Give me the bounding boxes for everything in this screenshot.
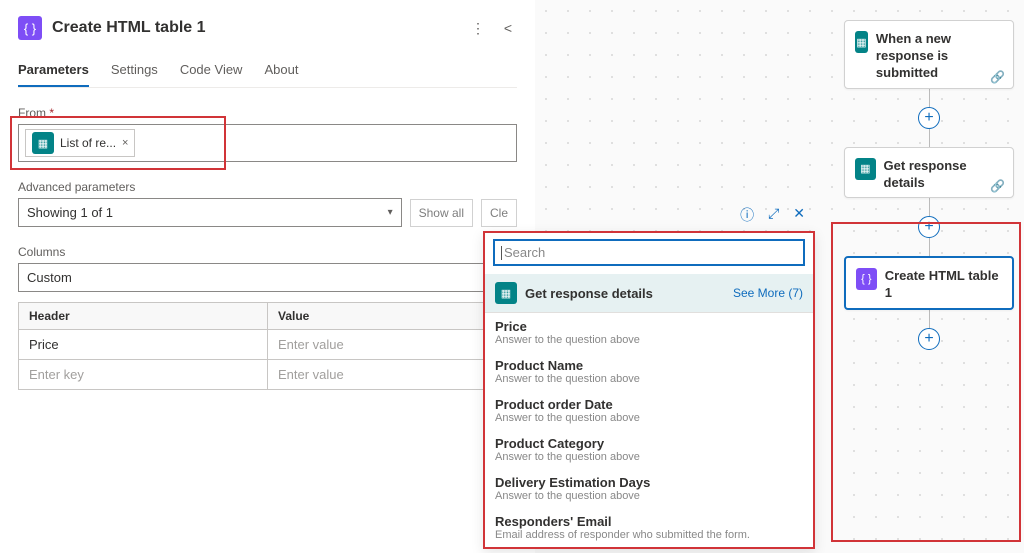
tab-about[interactable]: About <box>264 62 298 87</box>
connector <box>929 89 930 107</box>
forms-icon: ▦ <box>32 132 54 154</box>
dyn-item-desc: Answer to the question above <box>495 373 803 385</box>
dyn-group-header: ▦ Get response details See More (7) <box>485 274 813 313</box>
dyn-item-desc: Answer to the question above <box>495 334 803 346</box>
add-step-button[interactable]: + <box>918 216 940 238</box>
dyn-item[interactable]: Product NameAnswer to the question above <box>485 352 813 391</box>
node-trigger[interactable]: ▦ When a new response is submitted 🔗 <box>844 20 1014 89</box>
from-input[interactable]: ▦ List of re... × <box>18 124 517 162</box>
from-field: From * ▦ List of re... × <box>18 106 517 162</box>
dynamic-content-popup: Search ▦ Get response details See More (… <box>483 231 815 549</box>
node-title: Get response details <box>884 158 1003 192</box>
adv-label: Advanced parameters <box>18 180 517 194</box>
flow-column: ▦ When a new response is submitted 🔗 + ▦… <box>839 20 1019 350</box>
value-cell[interactable]: Enter value <box>268 330 516 359</box>
html-table-icon: { } <box>18 16 42 40</box>
columns-label: Columns <box>18 245 517 259</box>
dyn-item-desc: Answer to the question above <box>495 412 803 424</box>
show-all-button[interactable]: Show all <box>410 199 473 227</box>
close-icon[interactable]: ✕ <box>793 205 805 229</box>
dyn-item[interactable]: Delivery Estimation DaysAnswer to the qu… <box>485 469 813 508</box>
connector <box>929 198 930 216</box>
forms-icon: ▦ <box>855 31 868 53</box>
dyn-item-title: Product Name <box>495 358 803 373</box>
value-cell[interactable]: Enter value <box>268 360 516 389</box>
info-icon[interactable]: ⓘ <box>740 205 754 229</box>
connector <box>929 129 930 147</box>
node-create-html-table[interactable]: { } Create HTML table 1 <box>844 256 1014 310</box>
connector <box>929 238 930 256</box>
link-icon: 🔗 <box>990 179 1005 193</box>
dyn-item-desc: Email address of responder who submitted… <box>495 529 803 541</box>
adv-value: Showing 1 of 1 <box>27 205 113 220</box>
see-more-link[interactable]: See More (7) <box>733 286 803 300</box>
columns-mode-select[interactable]: Custom ▾ <box>18 263 517 292</box>
node-title: When a new response is submitted <box>876 31 1003 82</box>
from-label: From * <box>18 106 517 120</box>
table-row: Price Enter value × <box>18 330 517 360</box>
remove-token-icon[interactable]: × <box>122 137 128 149</box>
dyn-item-desc: Answer to the question above <box>495 490 803 502</box>
key-cell[interactable]: Price <box>19 330 268 359</box>
dyn-item-desc: Answer to the question above <box>495 451 803 463</box>
dyn-item[interactable]: Product order DateAnswer to the question… <box>485 391 813 430</box>
columns-table: Header Value Price Enter value × Enter k… <box>18 302 517 390</box>
action-config-panel: { } Create HTML table 1 ⋮ < Parameters S… <box>0 0 535 553</box>
add-step-button[interactable]: + <box>918 328 940 350</box>
advanced-parameters: Advanced parameters Showing 1 of 1 ▾ Sho… <box>18 180 517 227</box>
columns-mode-value: Custom <box>27 270 72 285</box>
tab-codeview[interactable]: Code View <box>180 62 243 87</box>
dyn-item-title: Product Category <box>495 436 803 451</box>
link-icon: 🔗 <box>990 70 1005 84</box>
chevron-down-icon: ▾ <box>388 207 393 218</box>
adv-select[interactable]: Showing 1 of 1 ▾ <box>18 198 402 227</box>
dyn-group-title: Get response details <box>525 286 725 301</box>
node-get-response[interactable]: ▦ Get response details 🔗 <box>844 147 1014 199</box>
popup-toolbar: ⓘ ⤢ ✕ <box>483 205 815 229</box>
forms-icon: ▦ <box>495 282 517 304</box>
expand-icon[interactable]: ⤢ <box>768 205 779 229</box>
key-cell[interactable]: Enter key <box>19 360 268 389</box>
panel-header: { } Create HTML table 1 ⋮ < <box>18 16 517 40</box>
dyn-item[interactable]: PriceAnswer to the question above <box>485 313 813 352</box>
dyn-item[interactable]: Product CategoryAnswer to the question a… <box>485 430 813 469</box>
forms-icon: ▦ <box>855 158 876 180</box>
from-token[interactable]: ▦ List of re... × <box>25 129 135 157</box>
dyn-item-title: Delivery Estimation Days <box>495 475 803 490</box>
add-step-button[interactable]: + <box>918 107 940 129</box>
dyn-item-title: Product order Date <box>495 397 803 412</box>
col-value-label: Value <box>268 303 516 329</box>
panel-title: Create HTML table 1 <box>52 19 459 37</box>
tabs: Parameters Settings Code View About <box>18 62 517 88</box>
dyn-item-title: Responders' Email <box>495 514 803 529</box>
node-title: Create HTML table 1 <box>885 268 1002 302</box>
col-header-label: Header <box>19 303 268 329</box>
columns-header-row: Header Value <box>18 302 517 330</box>
columns-field: Columns Custom ▾ Header Value Price Ente… <box>18 245 517 390</box>
connector <box>929 310 930 328</box>
tab-parameters[interactable]: Parameters <box>18 62 89 87</box>
search-input[interactable]: Search <box>493 239 805 266</box>
dyn-item[interactable]: Responders' EmailEmail address of respon… <box>485 508 813 547</box>
collapse-icon[interactable]: < <box>499 20 517 37</box>
dyn-item-title: Price <box>495 319 803 334</box>
html-table-icon: { } <box>856 268 877 290</box>
tab-settings[interactable]: Settings <box>111 62 158 87</box>
from-token-label: List of re... <box>60 136 116 150</box>
table-row: Enter key Enter value <box>18 360 517 390</box>
more-icon[interactable]: ⋮ <box>469 20 487 37</box>
